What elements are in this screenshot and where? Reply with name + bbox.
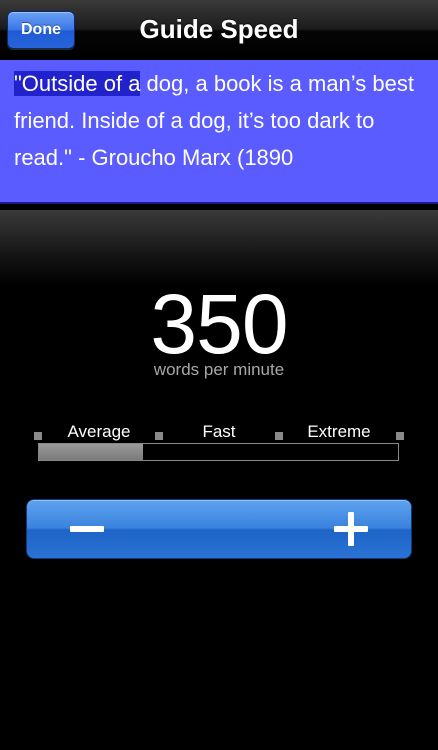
preview-text: "Outside of a dog, a book is a man’s bes… — [14, 65, 434, 176]
level-label-average: Average — [67, 422, 131, 441]
nav-bar: Done Guide Speed — [0, 0, 438, 61]
speed-unit-label: words per minute — [153, 360, 285, 379]
level-label-extreme: Extreme — [307, 422, 371, 441]
tick-mark — [396, 432, 404, 440]
plus-icon — [334, 512, 368, 546]
minus-icon — [70, 526, 104, 532]
highlighted-words: "Outside of a — [14, 71, 141, 96]
tick-mark — [275, 432, 283, 440]
done-button[interactable]: Done — [7, 11, 75, 49]
tick-mark — [34, 432, 42, 440]
speed-level-bar — [38, 443, 399, 461]
speed-value: 350 — [150, 277, 288, 371]
decrease-speed-button[interactable] — [27, 500, 147, 558]
tick-mark — [155, 432, 163, 440]
speed-level-fill — [39, 444, 144, 460]
reading-preview: "Outside of a dog, a book is a man’s bes… — [0, 60, 438, 204]
page-title: Guide Speed — [139, 14, 299, 44]
speed-stepper — [26, 499, 412, 559]
speed-panel: 350 words per minute Average Fast Extrem… — [0, 210, 438, 750]
level-label-fast: Fast — [202, 422, 236, 441]
increase-speed-button[interactable] — [291, 500, 411, 558]
